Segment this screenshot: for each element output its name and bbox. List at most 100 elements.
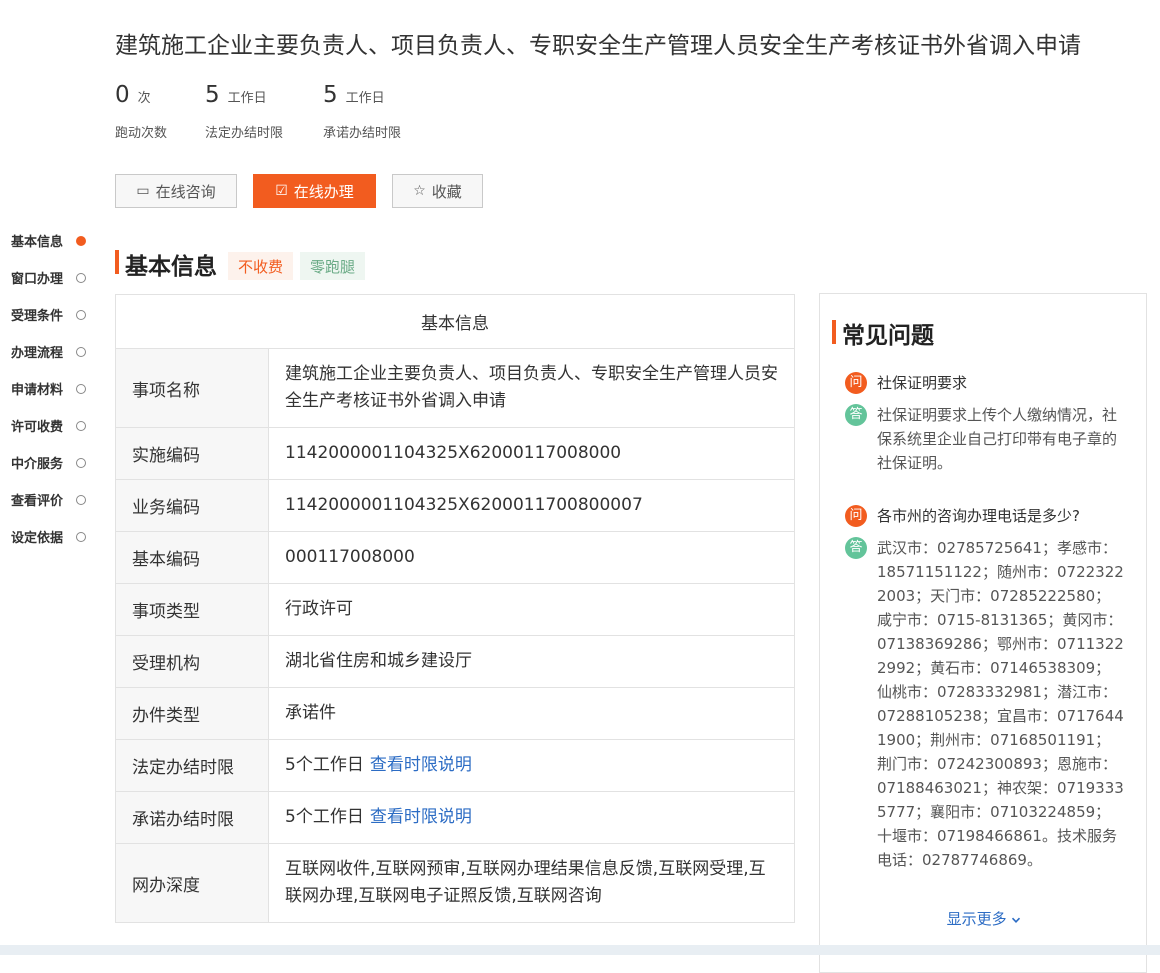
side-nav-item-reviews[interactable]: 查看评价 xyxy=(0,481,100,518)
side-nav-label: 办理流程 xyxy=(11,346,64,361)
tag-no-fee: 不收费 xyxy=(228,252,294,280)
table-row: 办件类型 承诺件 xyxy=(115,687,795,740)
nav-dot-icon xyxy=(76,272,86,283)
time-limit-link[interactable]: 查看时限说明 xyxy=(370,807,472,827)
online-handle-label: 在线办理 xyxy=(293,182,354,201)
stat-label: 跑动次数 xyxy=(115,126,168,141)
side-nav-item-fees[interactable]: 许可收费 xyxy=(0,407,100,444)
star-icon: ☆ xyxy=(413,183,426,199)
side-nav-item-conditions[interactable]: 受理条件 xyxy=(0,296,100,333)
answer-badge-icon: 答 xyxy=(845,537,867,559)
stat-promise-limit: 5 工作日 承诺办结时限 xyxy=(323,82,401,141)
table-row: 受理机构 湖北省住房和城乡建设厅 xyxy=(115,635,795,688)
answer-text: 武汉市：02785725641；孝感市：18571151122；随州市：0722… xyxy=(877,539,1124,869)
question-badge-icon: 问 xyxy=(845,372,867,394)
faq-question[interactable]: 问 各市州的咨询办理电话是多少? xyxy=(845,505,1125,527)
faq-answer: 答 武汉市：02785725641；孝感市：18571151122；随州市：07… xyxy=(845,536,1125,872)
stat-unit: 工作日 xyxy=(227,91,267,106)
side-nav-label: 查看评价 xyxy=(11,494,64,509)
row-value: 湖北省住房和城乡建设厅 xyxy=(268,635,795,688)
stat-label: 法定办结时限 xyxy=(205,126,284,141)
faq-item: 问 各市州的咨询办理电话是多少? 答 武汉市：02785725641；孝感市：1… xyxy=(845,505,1125,872)
row-key: 办件类型 xyxy=(115,687,269,740)
table-row: 业务编码 1142000001104325X6200011700800007 xyxy=(115,479,795,532)
question-text: 社保证明要求 xyxy=(877,374,968,392)
side-nav-label: 中介服务 xyxy=(11,457,64,472)
nav-dot-icon xyxy=(76,235,86,246)
table-header: 基本信息 xyxy=(115,294,795,349)
faq-answer: 答 社保证明要求上传个人缴纳情况，社保系统里企业自己打印带有电子章的社保证明。 xyxy=(845,403,1125,475)
row-value: 互联网收件,互联网预审,互联网办理结果信息反馈,互联网受理,互联网办理,互联网电… xyxy=(268,843,795,923)
tag-zero-trip: 零跑腿 xyxy=(300,252,366,280)
nav-dot-icon xyxy=(76,383,86,394)
side-nav-item-basic-info[interactable]: 基本信息 xyxy=(0,222,100,259)
table-row: 法定办结时限 5个工作日 查看时限说明 xyxy=(115,739,795,792)
side-nav-label: 申请材料 xyxy=(11,383,64,398)
side-nav-item-process[interactable]: 办理流程 xyxy=(0,333,100,370)
row-key: 业务编码 xyxy=(115,479,269,532)
row-value: 5个工作日 查看时限说明 xyxy=(268,739,795,792)
side-nav-label: 受理条件 xyxy=(11,309,64,324)
row-key: 事项类型 xyxy=(115,583,269,636)
question-badge-icon: 问 xyxy=(845,505,867,527)
faq-item: 问 社保证明要求 答 社保证明要求上传个人缴纳情况，社保系统里企业自己打印带有电… xyxy=(845,372,1125,475)
side-nav-item-window[interactable]: 窗口办理 xyxy=(0,259,100,296)
row-value: 行政许可 xyxy=(268,583,795,636)
favorite-label: 收藏 xyxy=(431,182,462,201)
nav-dot-icon xyxy=(76,346,86,357)
row-value: 建筑施工企业主要负责人、项目负责人、专职安全生产管理人员安全生产考核证书外省调入… xyxy=(268,348,795,428)
time-limit-link[interactable]: 查看时限说明 xyxy=(370,755,472,775)
stat-legal-limit: 5 工作日 法定办结时限 xyxy=(205,82,283,141)
stat-unit: 次 xyxy=(137,91,151,106)
answer-badge-icon: 答 xyxy=(845,404,867,426)
side-nav-item-basis[interactable]: 设定依据 xyxy=(0,518,100,555)
nav-dot-icon xyxy=(76,420,86,431)
row-value: 5个工作日 查看时限说明 xyxy=(268,791,795,844)
table-row: 承诺办结时限 5个工作日 查看时限说明 xyxy=(115,791,795,844)
side-nav-item-materials[interactable]: 申请材料 xyxy=(0,370,100,407)
side-nav-label: 基本信息 xyxy=(11,235,64,250)
table-row: 事项名称 建筑施工企业主要负责人、项目负责人、专职安全生产管理人员安全生产考核证… xyxy=(115,348,795,428)
stat-visits: 0次 跑动次数 xyxy=(115,82,167,141)
stat-value: 0 xyxy=(115,82,130,108)
time-limit-text: 5个工作日 xyxy=(285,807,364,827)
side-nav-label: 许可收费 xyxy=(11,420,64,435)
favorite-button[interactable]: ☆ 收藏 xyxy=(392,174,483,208)
answer-text: 社保证明要求上传个人缴纳情况，社保系统里企业自己打印带有电子章的社保证明。 xyxy=(877,406,1118,472)
faq-panel: 常见问题 问 社保证明要求 答 社保证明要求上传个人缴纳情况，社保系统里企业自己… xyxy=(819,293,1147,973)
row-key: 基本编码 xyxy=(115,531,269,584)
page-title: 建筑施工企业主要负责人、项目负责人、专职安全生产管理人员安全生产考核证书外省调入… xyxy=(115,33,1081,59)
faq-question[interactable]: 问 社保证明要求 xyxy=(845,372,1125,394)
row-value: 1142000001104325X6200011700800007 xyxy=(268,479,795,532)
online-handle-button[interactable]: ☑ 在线办理 xyxy=(253,174,376,208)
stat-value: 5 xyxy=(323,82,338,108)
table-row: 基本编码 000117008000 xyxy=(115,531,795,584)
faq-accent-bar xyxy=(832,320,836,344)
row-key: 事项名称 xyxy=(115,348,269,428)
side-nav-label: 设定依据 xyxy=(11,531,64,546)
question-text: 各市州的咨询办理电话是多少? xyxy=(877,507,1080,525)
nav-dot-icon xyxy=(76,531,86,542)
section-title: 基本信息 xyxy=(125,254,217,280)
row-value: 1142000001104325X62000117008000 xyxy=(268,427,795,480)
online-consult-button[interactable]: ▭ 在线咨询 xyxy=(115,174,237,208)
basic-info-table: 基本信息 事项名称 建筑施工企业主要负责人、项目负责人、专职安全生产管理人员安全… xyxy=(115,294,795,923)
faq-title: 常见问题 xyxy=(842,323,934,349)
row-key: 法定办结时限 xyxy=(115,739,269,792)
row-key: 承诺办结时限 xyxy=(115,791,269,844)
row-key: 受理机构 xyxy=(115,635,269,688)
row-value: 000117008000 xyxy=(268,531,795,584)
stat-unit: 工作日 xyxy=(345,91,385,106)
table-row: 网办深度 互联网收件,互联网预审,互联网办理结果信息反馈,互联网受理,互联网办理… xyxy=(115,843,795,923)
nav-dot-icon xyxy=(76,309,86,320)
online-consult-label: 在线咨询 xyxy=(155,182,216,201)
table-row: 事项类型 行政许可 xyxy=(115,583,795,636)
footer-strip xyxy=(0,945,1160,955)
side-nav-item-agency[interactable]: 中介服务 xyxy=(0,444,100,481)
show-more-link[interactable]: 显示更多 xyxy=(820,908,1148,929)
nav-dot-icon xyxy=(76,457,86,468)
table-header-row: 基本信息 xyxy=(115,294,795,349)
row-value: 承诺件 xyxy=(268,687,795,740)
side-nav-label: 窗口办理 xyxy=(11,272,64,287)
message-icon: ▭ xyxy=(136,183,150,199)
